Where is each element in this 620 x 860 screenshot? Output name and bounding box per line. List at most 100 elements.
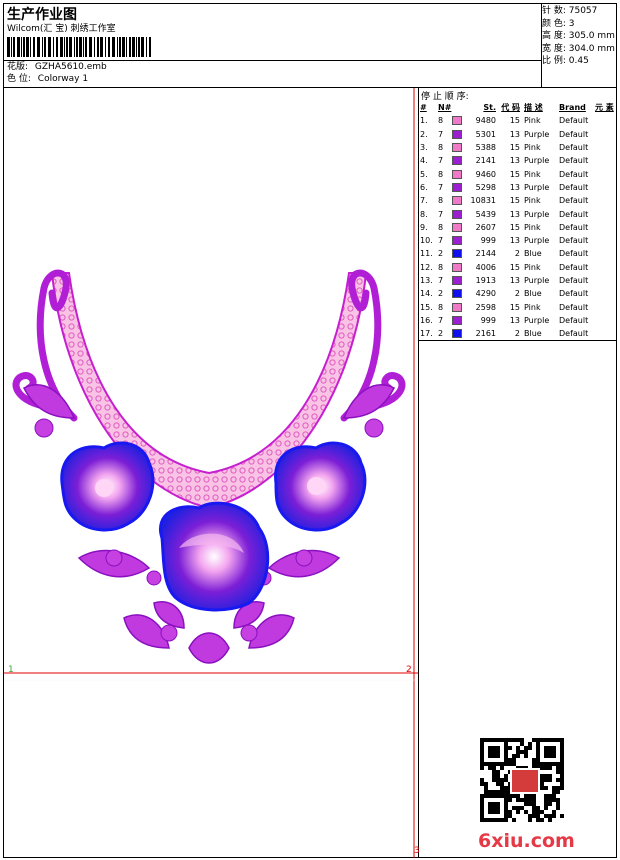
stop-row: 15. 8 2598 15 Pink Default <box>420 300 617 313</box>
needle-number: 7 <box>438 181 470 194</box>
color-swatch <box>452 129 462 139</box>
stop-row: 17. 2 2161 2 Blue Default <box>420 327 617 340</box>
thread-description: Purple <box>524 209 550 219</box>
stop-row: 8. 7 5439 13 Purple Default <box>420 207 617 220</box>
thread-brand: Default <box>559 249 589 259</box>
stop-index: 7. <box>420 196 428 206</box>
stop-index: 11. <box>420 249 433 259</box>
needle-number: 8 <box>438 221 470 234</box>
color-swatch <box>452 249 462 259</box>
colorway-label-text: 色 位: <box>7 74 31 84</box>
thread-code: 15 <box>509 262 520 272</box>
thread-description: Purple <box>524 156 550 166</box>
color-swatch <box>452 156 462 166</box>
needle-number: 7 <box>438 314 470 327</box>
thread-brand: Default <box>559 302 589 312</box>
color-swatch <box>452 262 462 272</box>
thread-description: Purple <box>524 315 550 325</box>
stitch-count-cell: 999 <box>480 315 496 325</box>
thread-description: Pink <box>524 169 541 179</box>
thread-brand: Default <box>559 236 589 246</box>
watermark-logo: 6xiu.com <box>478 830 575 852</box>
stop-index: 2. <box>420 129 428 139</box>
header-divider <box>3 60 541 61</box>
center-flower <box>159 501 270 612</box>
thread-code: 15 <box>509 169 520 179</box>
thread-brand: Default <box>559 196 589 206</box>
stop-row: 16. 7 999 13 Purple Default <box>420 314 617 327</box>
element-cell <box>595 327 617 340</box>
thread-description: Purple <box>524 276 550 285</box>
thread-brand: Default <box>559 156 589 166</box>
element-cell <box>595 287 617 300</box>
thread-description: Pink <box>524 196 541 206</box>
stitch-count-cell: 5439 <box>475 209 496 219</box>
stop-index: 12. <box>420 262 433 272</box>
design-scale: 比 例: 0.45 <box>542 56 589 66</box>
stop-index: 13. <box>420 276 433 285</box>
sidebar-divider <box>418 87 419 858</box>
stop-row: 1. 8 9480 15 Pink Default <box>420 114 617 127</box>
stitch-count-cell: 2161 <box>475 329 496 339</box>
stop-row: 2. 7 5301 13 Purple Default <box>420 128 617 141</box>
stop-row: 11. 2 2144 2 Blue Default <box>420 247 617 260</box>
stitch-count-cell: 5298 <box>475 182 496 192</box>
thread-brand: Default <box>559 143 589 153</box>
thread-brand: Default <box>559 169 589 179</box>
needle-number: 2 <box>438 327 470 340</box>
stitch-count-cell: 2141 <box>475 156 496 166</box>
thread-description: Purple <box>524 129 550 139</box>
needle-number: 8 <box>438 194 470 207</box>
stitch-count-cell: 4290 <box>475 289 496 299</box>
color-swatch <box>452 209 462 219</box>
stop-index: 15. <box>420 302 433 312</box>
thread-code: 13 <box>509 129 520 139</box>
element-cell <box>595 181 617 194</box>
thread-brand: Default <box>559 116 589 126</box>
col-stitches: St. <box>483 103 496 113</box>
qr-center-seal-icon <box>510 768 540 794</box>
element-cell <box>595 141 617 154</box>
needle-number: 2 <box>438 247 470 260</box>
element-cell <box>595 314 617 327</box>
stop-index: 3. <box>420 143 428 153</box>
thread-description: Pink <box>524 143 541 153</box>
needle-number: 7 <box>438 154 470 167</box>
stop-index: 1. <box>420 116 428 126</box>
thread-brand: Default <box>559 129 589 139</box>
thread-code: 15 <box>509 302 520 312</box>
stitch-count-cell: 9460 <box>475 169 496 179</box>
stitch-count-cell: 5388 <box>475 143 496 153</box>
thread-description: Pink <box>524 302 541 312</box>
company-name: Wilcom(汇 宝) 刺绣工作室 <box>7 24 116 34</box>
color-swatch <box>452 236 462 246</box>
col-code: 代 码 <box>501 103 520 113</box>
needle-number: 8 <box>438 167 470 180</box>
col-description: 描 述 <box>524 103 543 113</box>
stitch-count-cell: 10831 <box>470 196 496 206</box>
design-height: 高 度: 305.0 mm <box>542 31 615 41</box>
element-cell <box>595 274 617 287</box>
stop-row: 5. 8 9460 15 Pink Default <box>420 167 617 180</box>
col-needle: N# <box>438 103 452 113</box>
stop-row: 13. 7 1913 13 Purple Default <box>420 274 617 287</box>
col-element: 元 素 <box>595 103 614 113</box>
barcode <box>7 37 151 57</box>
thread-brand: Default <box>559 329 589 339</box>
stop-index: 16. <box>420 315 433 325</box>
element-cell <box>595 261 617 274</box>
needle-number: 8 <box>438 114 470 127</box>
thread-code: 13 <box>509 276 520 285</box>
thread-brand: Default <box>559 262 589 272</box>
page-title: 生产作业图 <box>7 7 77 23</box>
color-swatch <box>452 169 462 179</box>
thread-code: 13 <box>509 209 520 219</box>
guide-marker-2: 2 <box>406 665 412 675</box>
needle-number: 7 <box>438 274 470 287</box>
stop-index: 10. <box>420 236 433 246</box>
thread-code: 15 <box>509 143 520 153</box>
stop-row: 7. 8 10831 15 Pink Default <box>420 194 617 207</box>
color-swatch <box>452 143 462 153</box>
stop-index: 5. <box>420 169 428 179</box>
element-cell <box>595 221 617 234</box>
